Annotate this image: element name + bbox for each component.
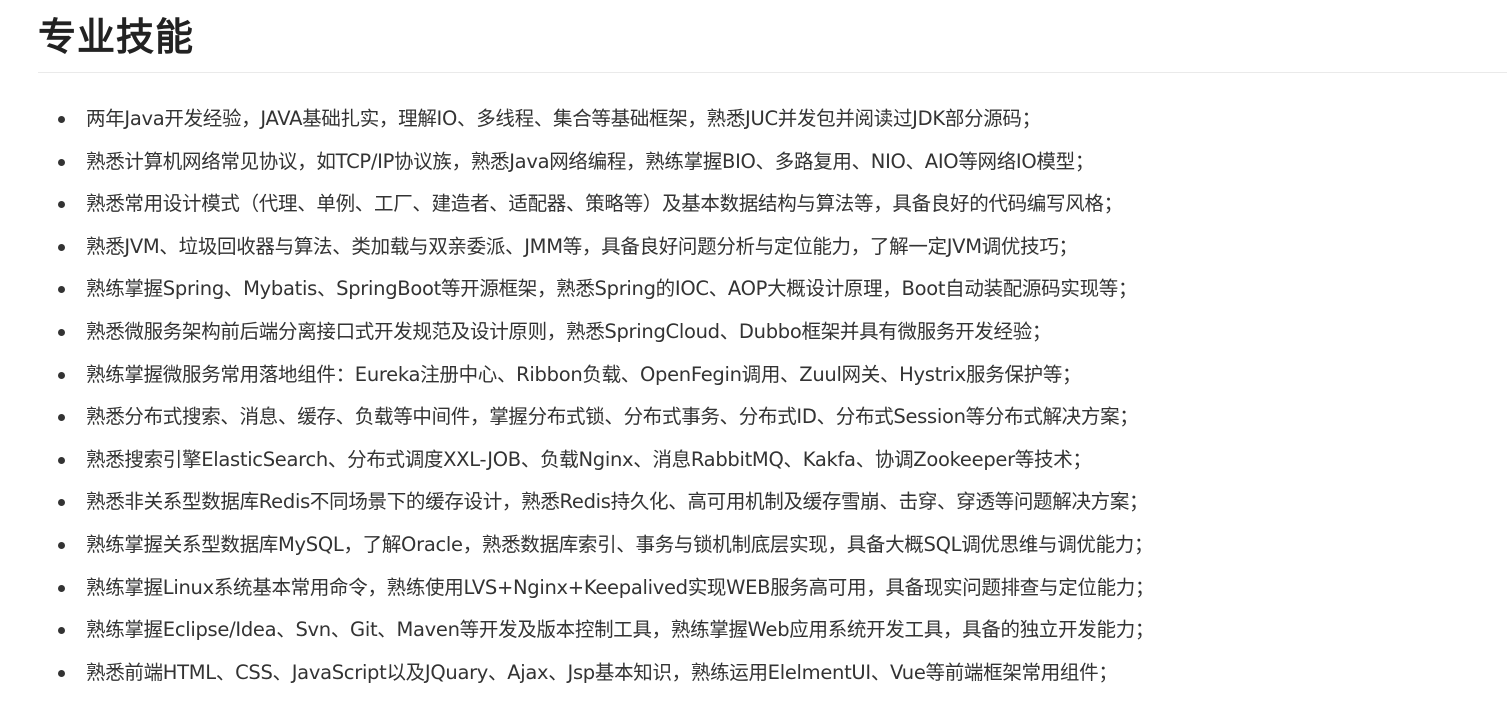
skill-text: 熟练掌握Eclipse/Idea、Svn、Git、Maven等开发及版本控制工具…	[86, 618, 1155, 642]
skill-item: 熟悉常用设计模式（代理、单例、工厂、建造者、适配器、策略等）及基本数据结构与算法…	[0, 183, 1507, 226]
skill-text: 熟悉微服务架构前后端分离接口式开发规范及设计原则，熟悉SpringCloud、D…	[86, 319, 1052, 343]
skill-text: 熟悉前端HTML、CSS、JavaScript以及JQuary、Ajax、Jsp…	[86, 660, 1118, 684]
bullet-icon	[58, 414, 65, 422]
skill-item: 熟悉JVM、垃圾回收器与算法、类加载与双亲委派、JMM等，具备良好问题分析与定位…	[0, 226, 1507, 269]
skill-text: 熟悉JVM、垃圾回收器与算法、类加载与双亲委派、JMM等，具备良好问题分析与定位…	[86, 234, 1078, 258]
heading-divider	[38, 72, 1507, 73]
skill-item: 熟悉计算机网络常见协议，如TCP/IP协议族，熟悉Java网络编程，熟练掌握BI…	[0, 141, 1507, 184]
skill-text: 熟悉常用设计模式（代理、单例、工厂、建造者、适配器、策略等）及基本数据结构与算法…	[86, 192, 1123, 216]
skill-text: 熟练掌握微服务常用落地组件：Eureka注册中心、Ribbon负载、OpenFe…	[86, 362, 1082, 386]
bullet-icon	[58, 499, 65, 507]
section-heading: 专业技能	[38, 15, 195, 59]
bullet-icon	[58, 669, 65, 677]
bullet-icon	[58, 456, 65, 464]
skill-item: 熟悉搜索引擎ElasticSearch、分布式调度XXL-JOB、负载Nginx…	[0, 439, 1507, 482]
skill-text: 熟悉搜索引擎ElasticSearch、分布式调度XXL-JOB、负载Nginx…	[86, 447, 1092, 471]
skill-text: 两年Java开发经验，JAVA基础扎实，理解IO、多线程、集合等基础框架，熟悉J…	[86, 107, 1041, 130]
skill-item: 熟悉前端HTML、CSS、JavaScript以及JQuary、Ajax、Jsp…	[0, 652, 1507, 695]
skill-item: 熟练掌握关系型数据库MySQL，了解Oracle，熟悉数据库索引、事务与锁机制底…	[0, 524, 1507, 567]
skill-text: 熟悉计算机网络常见协议，如TCP/IP协议族，熟悉Java网络编程，熟练掌握BI…	[86, 149, 1095, 173]
skill-text: 熟悉非关系型数据库Redis不同场景下的缓存设计，熟悉Redis持久化、高可用机…	[86, 490, 1149, 514]
bullet-icon	[58, 627, 65, 635]
bullet-icon	[58, 116, 65, 123]
bullet-icon	[58, 541, 65, 549]
skill-item: 熟悉非关系型数据库Redis不同场景下的缓存设计，熟悉Redis持久化、高可用机…	[0, 481, 1507, 524]
skill-item: 两年Java开发经验，JAVA基础扎实，理解IO、多线程、集合等基础框架，熟悉J…	[0, 98, 1507, 141]
bullet-icon	[58, 584, 65, 592]
bullet-icon	[58, 243, 65, 251]
bullet-icon	[58, 286, 65, 294]
skill-item: 熟悉分布式搜索、消息、缓存、负载等中间件，掌握分布式锁、分布式事务、分布式ID、…	[0, 396, 1507, 439]
bullet-icon	[58, 328, 65, 336]
skill-text: 熟悉分布式搜索、消息、缓存、负载等中间件，掌握分布式锁、分布式事务、分布式ID、…	[86, 405, 1139, 429]
bullet-icon	[58, 201, 65, 209]
skill-text: 熟练掌握Linux系统基本常用命令，熟练使用LVS+Nginx+Keepaliv…	[86, 575, 1155, 599]
bullet-icon	[58, 158, 65, 166]
skill-item: 熟练掌握Spring、Mybatis、SpringBoot等开源框架，熟悉Spr…	[0, 268, 1507, 311]
skill-item: 熟悉微服务架构前后端分离接口式开发规范及设计原则，熟悉SpringCloud、D…	[0, 311, 1507, 354]
skill-list: 两年Java开发经验，JAVA基础扎实，理解IO、多线程、集合等基础框架，熟悉J…	[0, 98, 1507, 694]
skill-text: 熟练掌握Spring、Mybatis、SpringBoot等开源框架，熟悉Spr…	[86, 277, 1138, 301]
skill-item: 熟练掌握Linux系统基本常用命令，熟练使用LVS+Nginx+Keepaliv…	[0, 567, 1507, 610]
skill-text: 熟练掌握关系型数据库MySQL，了解Oracle，熟悉数据库索引、事务与锁机制底…	[86, 532, 1154, 556]
skill-item: 熟练掌握微服务常用落地组件：Eureka注册中心、Ribbon负载、OpenFe…	[0, 354, 1507, 397]
skill-item: 熟练掌握Eclipse/Idea、Svn、Git、Maven等开发及版本控制工具…	[0, 609, 1507, 652]
bullet-icon	[58, 371, 65, 379]
